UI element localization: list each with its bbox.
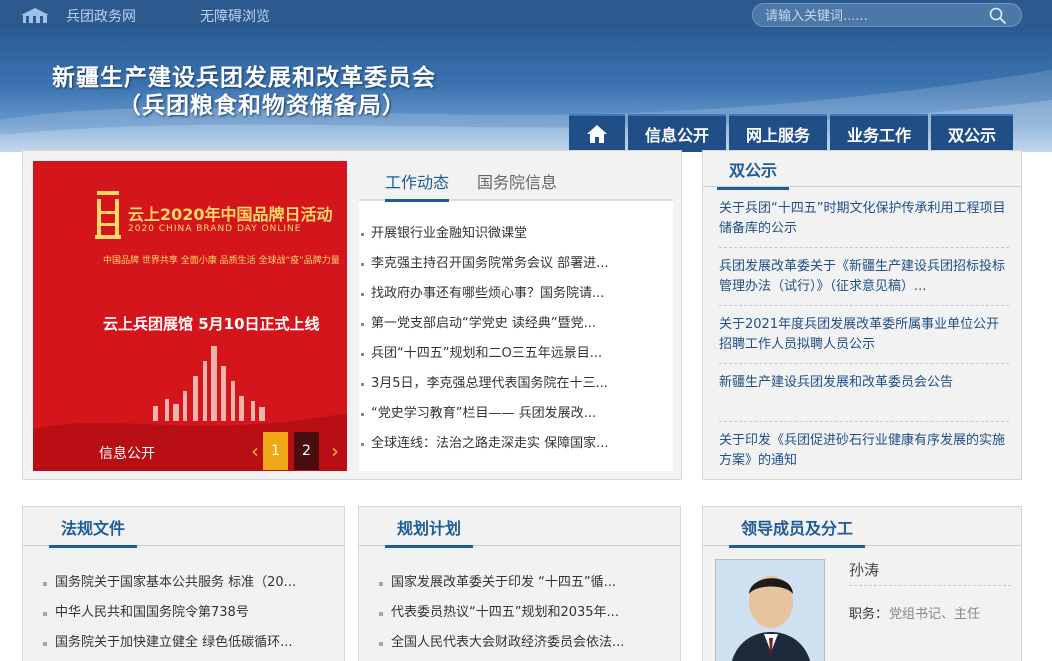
dual-publicity-heading[interactable]: 双公示 — [717, 157, 790, 190]
gov-portal-link[interactable]: 兵团政务网 — [66, 6, 136, 26]
divider — [849, 585, 1011, 586]
plans-panel: 规划计划 国家发展改革委关于印发 “十四五”循... 代表委员热议“十四五”规划… — [358, 506, 681, 661]
list-item[interactable]: 国务院关于国家基本公共服务 标准（20... — [43, 568, 333, 598]
carousel-headline: 云上兵团展馆 5月10日正式上线 — [103, 315, 320, 333]
plans-heading[interactable]: 规划计划 — [385, 515, 474, 548]
plans-list: 国家发展改革委关于印发 “十四五”循... 代表委员热议“十四五”规划和2035… — [379, 568, 669, 658]
leader-portrait — [716, 560, 824, 661]
carousel-dot[interactable]: 2 — [294, 432, 319, 470]
news-list: 开展银行业金融知识微课堂 李克强主持召开国务院常务会议 部署进... 找政府办事… — [359, 219, 673, 459]
dual-publicity-panel: 双公示 关于兵团“十四五”时期文化保护传承利用工程项目储备库的公示 兵团发展改革… — [702, 150, 1022, 480]
nav-business-work[interactable]: 业务工作 — [830, 114, 928, 152]
divider — [719, 421, 1009, 422]
news-panel: 工作动态 国务院信息 开展银行业金融知识微课堂 李克强主持召开国务院常务会议 部… — [359, 161, 673, 471]
list-item[interactable]: 国务院关于加快建立健全 绿色低碳循环... — [43, 628, 333, 658]
nav-home[interactable] — [569, 114, 625, 152]
accessibility-link[interactable]: 无障碍浏览 — [200, 6, 270, 26]
list-item[interactable]: 代表委员热议“十四五”规划和2035年... — [379, 598, 669, 628]
home-icon — [587, 125, 607, 143]
list-item[interactable]: 兵团发展改革委关于《新疆生产建设兵团招标投标管理办法（试行）》（征求意见稿）..… — [719, 257, 1009, 297]
news-item[interactable]: 全球连线：法治之路走深走实 保障国家... — [359, 429, 673, 459]
divider — [719, 305, 1009, 306]
news-item[interactable]: 找政府办事还有哪些烦心事？国务院请... — [359, 279, 673, 309]
carousel-subtitle: 2020 CHINA BRAND DAY ONLINE — [128, 224, 302, 234]
nav-info-disclosure[interactable]: 信息公开 — [628, 114, 726, 152]
leader-role-label: 职务： — [849, 607, 889, 622]
search-box — [752, 3, 1022, 27]
search-input[interactable] — [765, 7, 985, 25]
tab-work-updates[interactable]: 工作动态 — [385, 169, 450, 202]
list-item[interactable]: 新疆生产建设兵团发展和改革委员会公告 — [719, 373, 1009, 393]
news-item[interactable]: 兵团“十四五”规划和二O三五年远景目... — [359, 339, 673, 369]
news-item[interactable]: 开展银行业金融知识微课堂 — [359, 219, 673, 249]
main-nav: 信息公开 网上服务 业务工作 双公示 — [569, 114, 1016, 152]
tab-state-council-info[interactable]: 国务院信息 — [477, 169, 557, 199]
list-item[interactable]: 国家发展改革委关于印发 “十四五”循... — [379, 568, 669, 598]
divider — [719, 363, 1009, 364]
search-icon[interactable] — [989, 7, 1007, 25]
leader-role: 党组书记、主任 — [889, 607, 981, 622]
news-item[interactable]: “党史学习教育”栏目—— 兵团发展改... — [359, 399, 673, 429]
carousel-caption[interactable]: 信息公开 — [99, 443, 155, 463]
image-carousel[interactable]: 云上2020年中国品牌日活动 2020 CHINA BRAND DAY ONLI… — [33, 161, 347, 471]
carousel-dot[interactable]: 1 — [263, 432, 288, 470]
laws-panel: 法规文件 国务院关于国家基本公共服务 标准（20... 中华人民共和国国务院令第… — [22, 506, 345, 661]
leaders-heading[interactable]: 领导成员及分工 — [729, 515, 866, 548]
list-item[interactable]: 关于印发《兵团促进砂石行业健康有序发展的实施方案》的通知 — [719, 431, 1009, 471]
leader-name[interactable]: 孙涛 — [849, 559, 879, 580]
leader-photo[interactable] — [715, 559, 825, 661]
carousel-next-icon[interactable]: › — [331, 439, 339, 463]
list-item[interactable]: 全国人民代表大会财政经济委员会依法... — [379, 628, 669, 658]
news-item[interactable]: 李克强主持召开国务院常务会议 部署进... — [359, 249, 673, 279]
list-item[interactable]: 中华人民共和国国务院令第738号 — [43, 598, 333, 628]
list-item[interactable]: 关于2021年度兵团发展改革委所属事业单位公开招聘工作人员拟聘人员公示 — [719, 315, 1009, 355]
main-panel: 云上2020年中国品牌日活动 2020 CHINA BRAND DAY ONLI… — [22, 150, 682, 480]
nav-dual-publicity[interactable]: 双公示 — [931, 114, 1013, 152]
top-bar: 兵团政务网 无障碍浏览 — [0, 0, 1052, 30]
nav-online-service[interactable]: 网上服务 — [729, 114, 827, 152]
list-item[interactable]: 关于兵团“十四五”时期文化保护传承利用工程项目储备库的公示 — [719, 199, 1009, 239]
carousel-prev-icon[interactable]: ‹ — [251, 439, 259, 463]
laws-list: 国务院关于国家基本公共服务 标准（20... 中华人民共和国国务院令第738号 … — [43, 568, 333, 658]
news-item[interactable]: 3月5日，李克强总理代表国务院在十三... — [359, 369, 673, 399]
building-icon — [21, 8, 49, 23]
leaders-panel: 领导成员及分工 孙涛 职务： 党组书记、主任 — [702, 506, 1022, 661]
divider — [719, 247, 1009, 248]
carousel-title: 云上2020年中国品牌日活动 — [128, 205, 333, 224]
news-item[interactable]: 第一党支部启动“学党史 读经典”暨党... — [359, 309, 673, 339]
laws-heading[interactable]: 法规文件 — [49, 515, 138, 548]
carousel-slogans: 中国品牌 世界共享 全面小康 品质生活 全球战“疫”品牌力量 — [103, 256, 340, 266]
news-tabs: 工作动态 国务院信息 — [359, 161, 673, 202]
site-subtitle: （兵团粮食和物资储备局） — [118, 93, 406, 119]
